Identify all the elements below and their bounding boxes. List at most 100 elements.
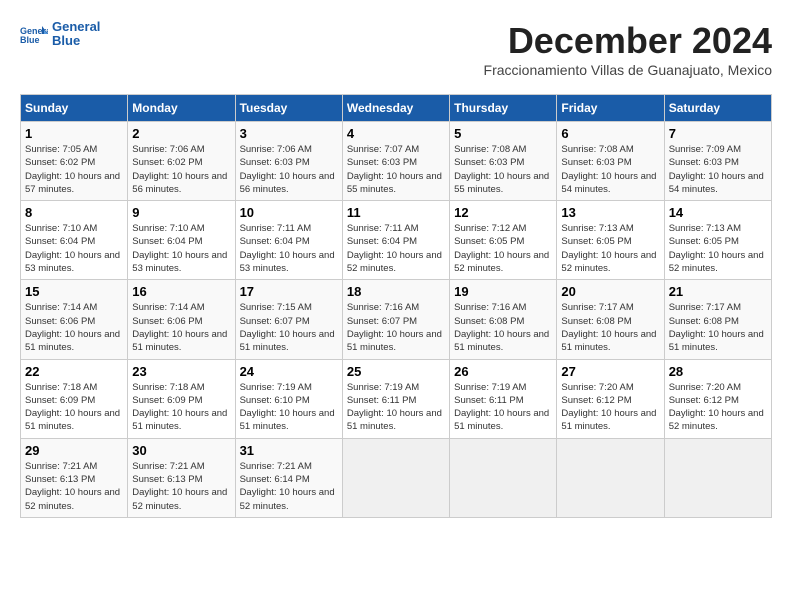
header-tuesday: Tuesday xyxy=(235,95,342,122)
day-info: Sunrise: 7:13 AM Sunset: 6:05 PM Dayligh… xyxy=(561,222,659,275)
day-info: Sunrise: 7:17 AM Sunset: 6:08 PM Dayligh… xyxy=(669,301,767,354)
logo: General Blue General Blue xyxy=(20,20,100,49)
day-info: Sunrise: 7:18 AM Sunset: 6:09 PM Dayligh… xyxy=(132,381,230,434)
calendar-table: SundayMondayTuesdayWednesdayThursdayFrid… xyxy=(20,94,772,518)
day-info: Sunrise: 7:09 AM Sunset: 6:03 PM Dayligh… xyxy=(669,143,767,196)
day-number: 4 xyxy=(347,126,445,141)
calendar-cell: 14 Sunrise: 7:13 AM Sunset: 6:05 PM Dayl… xyxy=(664,201,771,280)
day-number: 23 xyxy=(132,364,230,379)
day-info: Sunrise: 7:19 AM Sunset: 6:10 PM Dayligh… xyxy=(240,381,338,434)
day-info: Sunrise: 7:14 AM Sunset: 6:06 PM Dayligh… xyxy=(25,301,123,354)
day-number: 16 xyxy=(132,284,230,299)
calendar-cell: 24 Sunrise: 7:19 AM Sunset: 6:10 PM Dayl… xyxy=(235,359,342,438)
calendar-cell: 11 Sunrise: 7:11 AM Sunset: 6:04 PM Dayl… xyxy=(342,201,449,280)
day-number: 19 xyxy=(454,284,552,299)
day-info: Sunrise: 7:18 AM Sunset: 6:09 PM Dayligh… xyxy=(25,381,123,434)
day-info: Sunrise: 7:10 AM Sunset: 6:04 PM Dayligh… xyxy=(132,222,230,275)
calendar-cell: 1 Sunrise: 7:05 AM Sunset: 6:02 PM Dayli… xyxy=(21,122,128,201)
day-info: Sunrise: 7:11 AM Sunset: 6:04 PM Dayligh… xyxy=(240,222,338,275)
day-number: 14 xyxy=(669,205,767,220)
month-title: December 2024 xyxy=(484,20,772,62)
day-number: 26 xyxy=(454,364,552,379)
calendar-cell: 25 Sunrise: 7:19 AM Sunset: 6:11 PM Dayl… xyxy=(342,359,449,438)
calendar-cell: 29 Sunrise: 7:21 AM Sunset: 6:13 PM Dayl… xyxy=(21,438,128,517)
day-info: Sunrise: 7:16 AM Sunset: 6:08 PM Dayligh… xyxy=(454,301,552,354)
day-info: Sunrise: 7:06 AM Sunset: 6:02 PM Dayligh… xyxy=(132,143,230,196)
calendar-cell: 17 Sunrise: 7:15 AM Sunset: 6:07 PM Dayl… xyxy=(235,280,342,359)
calendar-week-5: 29 Sunrise: 7:21 AM Sunset: 6:13 PM Dayl… xyxy=(21,438,772,517)
day-info: Sunrise: 7:19 AM Sunset: 6:11 PM Dayligh… xyxy=(454,381,552,434)
day-info: Sunrise: 7:14 AM Sunset: 6:06 PM Dayligh… xyxy=(132,301,230,354)
day-info: Sunrise: 7:17 AM Sunset: 6:08 PM Dayligh… xyxy=(561,301,659,354)
day-number: 28 xyxy=(669,364,767,379)
day-number: 30 xyxy=(132,443,230,458)
day-number: 10 xyxy=(240,205,338,220)
day-info: Sunrise: 7:21 AM Sunset: 6:13 PM Dayligh… xyxy=(132,460,230,513)
header-thursday: Thursday xyxy=(450,95,557,122)
day-info: Sunrise: 7:11 AM Sunset: 6:04 PM Dayligh… xyxy=(347,222,445,275)
header-row: SundayMondayTuesdayWednesdayThursdayFrid… xyxy=(21,95,772,122)
calendar-cell: 9 Sunrise: 7:10 AM Sunset: 6:04 PM Dayli… xyxy=(128,201,235,280)
day-number: 5 xyxy=(454,126,552,141)
day-number: 21 xyxy=(669,284,767,299)
calendar-cell xyxy=(342,438,449,517)
calendar-cell: 12 Sunrise: 7:12 AM Sunset: 6:05 PM Dayl… xyxy=(450,201,557,280)
day-number: 29 xyxy=(25,443,123,458)
header-friday: Friday xyxy=(557,95,664,122)
calendar-cell xyxy=(557,438,664,517)
day-number: 1 xyxy=(25,126,123,141)
day-info: Sunrise: 7:21 AM Sunset: 6:13 PM Dayligh… xyxy=(25,460,123,513)
day-number: 31 xyxy=(240,443,338,458)
calendar-cell: 16 Sunrise: 7:14 AM Sunset: 6:06 PM Dayl… xyxy=(128,280,235,359)
logo-text-line2: Blue xyxy=(52,34,100,48)
calendar-cell: 19 Sunrise: 7:16 AM Sunset: 6:08 PM Dayl… xyxy=(450,280,557,359)
subtitle: Fraccionamiento Villas de Guanajuato, Me… xyxy=(484,62,772,78)
day-info: Sunrise: 7:10 AM Sunset: 6:04 PM Dayligh… xyxy=(25,222,123,275)
day-number: 15 xyxy=(25,284,123,299)
day-info: Sunrise: 7:13 AM Sunset: 6:05 PM Dayligh… xyxy=(669,222,767,275)
calendar-cell xyxy=(450,438,557,517)
calendar-cell: 13 Sunrise: 7:13 AM Sunset: 6:05 PM Dayl… xyxy=(557,201,664,280)
calendar-cell xyxy=(664,438,771,517)
calendar-week-4: 22 Sunrise: 7:18 AM Sunset: 6:09 PM Dayl… xyxy=(21,359,772,438)
day-info: Sunrise: 7:12 AM Sunset: 6:05 PM Dayligh… xyxy=(454,222,552,275)
day-number: 20 xyxy=(561,284,659,299)
day-info: Sunrise: 7:20 AM Sunset: 6:12 PM Dayligh… xyxy=(669,381,767,434)
header-saturday: Saturday xyxy=(664,95,771,122)
calendar-cell: 21 Sunrise: 7:17 AM Sunset: 6:08 PM Dayl… xyxy=(664,280,771,359)
calendar-cell: 31 Sunrise: 7:21 AM Sunset: 6:14 PM Dayl… xyxy=(235,438,342,517)
header-wednesday: Wednesday xyxy=(342,95,449,122)
day-info: Sunrise: 7:05 AM Sunset: 6:02 PM Dayligh… xyxy=(25,143,123,196)
calendar-cell: 5 Sunrise: 7:08 AM Sunset: 6:03 PM Dayli… xyxy=(450,122,557,201)
day-info: Sunrise: 7:19 AM Sunset: 6:11 PM Dayligh… xyxy=(347,381,445,434)
calendar-week-1: 1 Sunrise: 7:05 AM Sunset: 6:02 PM Dayli… xyxy=(21,122,772,201)
calendar-cell: 18 Sunrise: 7:16 AM Sunset: 6:07 PM Dayl… xyxy=(342,280,449,359)
calendar-cell: 2 Sunrise: 7:06 AM Sunset: 6:02 PM Dayli… xyxy=(128,122,235,201)
day-info: Sunrise: 7:20 AM Sunset: 6:12 PM Dayligh… xyxy=(561,381,659,434)
calendar-week-2: 8 Sunrise: 7:10 AM Sunset: 6:04 PM Dayli… xyxy=(21,201,772,280)
day-info: Sunrise: 7:07 AM Sunset: 6:03 PM Dayligh… xyxy=(347,143,445,196)
day-number: 24 xyxy=(240,364,338,379)
calendar-cell: 15 Sunrise: 7:14 AM Sunset: 6:06 PM Dayl… xyxy=(21,280,128,359)
day-number: 11 xyxy=(347,205,445,220)
calendar-cell: 3 Sunrise: 7:06 AM Sunset: 6:03 PM Dayli… xyxy=(235,122,342,201)
calendar-cell: 30 Sunrise: 7:21 AM Sunset: 6:13 PM Dayl… xyxy=(128,438,235,517)
calendar-cell: 6 Sunrise: 7:08 AM Sunset: 6:03 PM Dayli… xyxy=(557,122,664,201)
header-sunday: Sunday xyxy=(21,95,128,122)
day-info: Sunrise: 7:16 AM Sunset: 6:07 PM Dayligh… xyxy=(347,301,445,354)
day-number: 3 xyxy=(240,126,338,141)
calendar-cell: 8 Sunrise: 7:10 AM Sunset: 6:04 PM Dayli… xyxy=(21,201,128,280)
day-number: 6 xyxy=(561,126,659,141)
day-info: Sunrise: 7:08 AM Sunset: 6:03 PM Dayligh… xyxy=(454,143,552,196)
day-number: 8 xyxy=(25,205,123,220)
calendar-cell: 4 Sunrise: 7:07 AM Sunset: 6:03 PM Dayli… xyxy=(342,122,449,201)
day-info: Sunrise: 7:06 AM Sunset: 6:03 PM Dayligh… xyxy=(240,143,338,196)
day-info: Sunrise: 7:21 AM Sunset: 6:14 PM Dayligh… xyxy=(240,460,338,513)
day-info: Sunrise: 7:15 AM Sunset: 6:07 PM Dayligh… xyxy=(240,301,338,354)
day-info: Sunrise: 7:08 AM Sunset: 6:03 PM Dayligh… xyxy=(561,143,659,196)
day-number: 7 xyxy=(669,126,767,141)
day-number: 27 xyxy=(561,364,659,379)
logo-text-line1: General xyxy=(52,20,100,34)
calendar-cell: 22 Sunrise: 7:18 AM Sunset: 6:09 PM Dayl… xyxy=(21,359,128,438)
calendar-cell: 10 Sunrise: 7:11 AM Sunset: 6:04 PM Dayl… xyxy=(235,201,342,280)
